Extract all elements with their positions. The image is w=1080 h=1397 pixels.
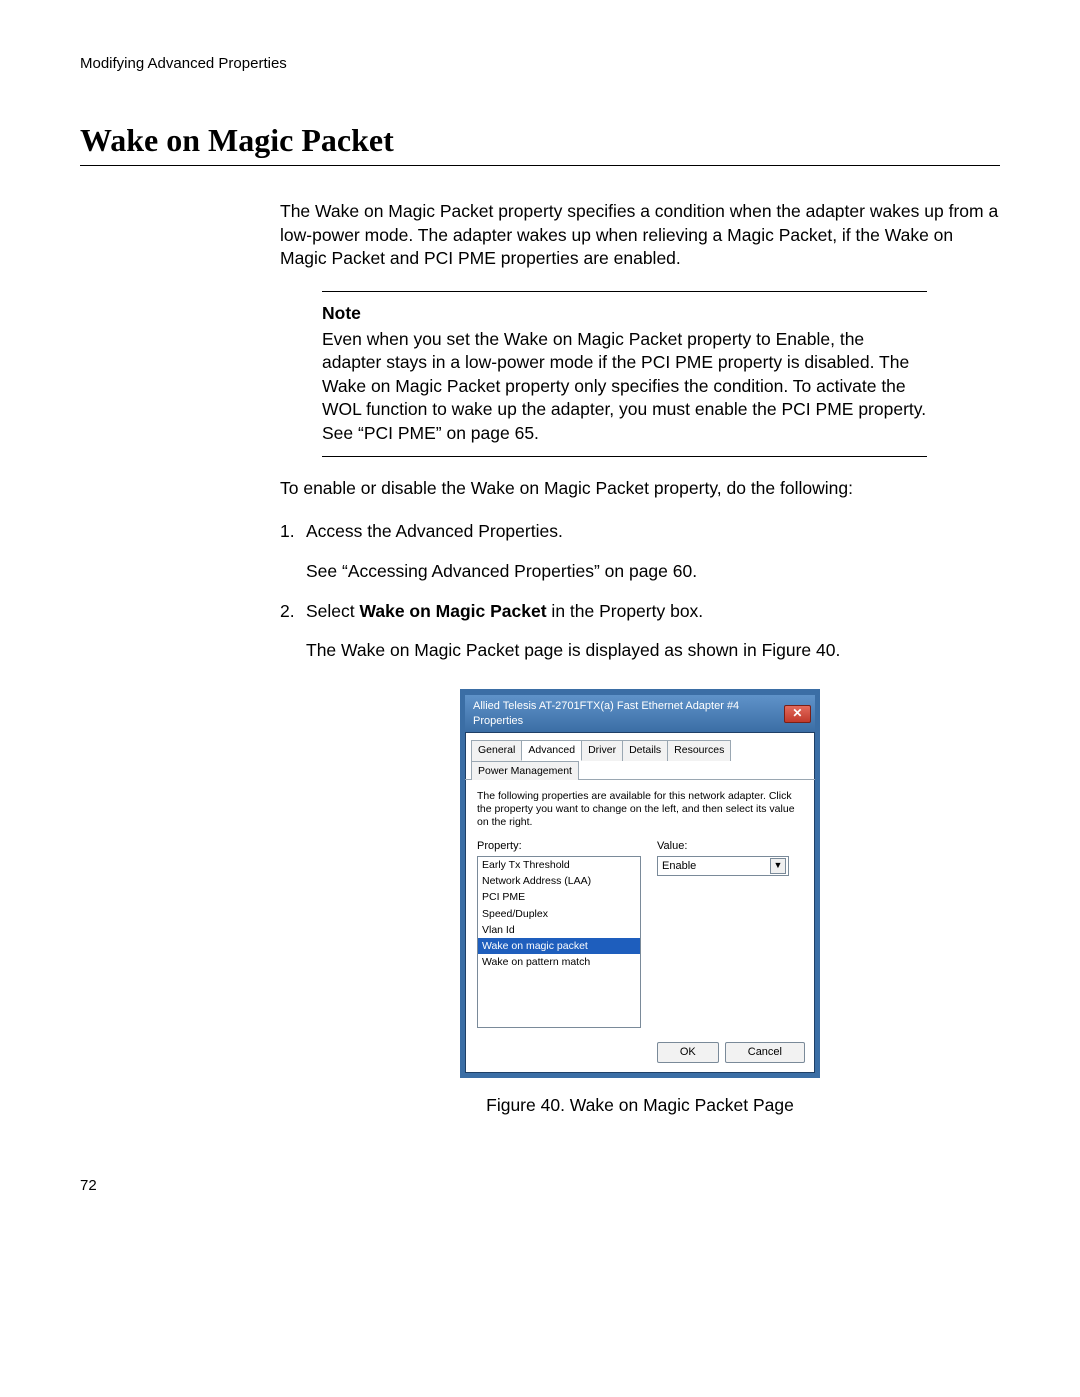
step-1-sub: See “Accessing Advanced Properties” on p…	[306, 560, 1000, 584]
step-2: 2. Select Wake on Magic Packet in the Pr…	[280, 600, 1000, 663]
section-heading: Wake on Magic Packet	[80, 122, 1000, 166]
dialog-description: The following properties are available f…	[477, 790, 803, 829]
list-item[interactable]: PCI PME	[478, 889, 640, 905]
running-head: Modifying Advanced Properties	[80, 55, 1000, 72]
lead-paragraph: To enable or disable the Wake on Magic P…	[280, 477, 1000, 501]
properties-dialog: Allied Telesis AT-2701FTX(a) Fast Ethern…	[460, 689, 820, 1078]
step-1-text: Access the Advanced Properties.	[306, 521, 563, 541]
dialog-titlebar: Allied Telesis AT-2701FTX(a) Fast Ethern…	[465, 695, 815, 734]
tab-power-management[interactable]: Power Management	[471, 761, 579, 780]
note-title: Note	[322, 302, 927, 326]
note-box: Note Even when you set the Wake on Magic…	[322, 291, 927, 457]
list-item[interactable]: Speed/Duplex	[478, 906, 640, 922]
dialog-tabs: General Advanced Driver Details Resource…	[465, 733, 815, 779]
step-1: 1. Access the Advanced Properties. See “…	[280, 520, 1000, 583]
step-1-number: 1.	[280, 520, 295, 544]
page-number: 72	[80, 1177, 1000, 1194]
value-label: Value:	[657, 839, 803, 854]
property-label: Property:	[477, 839, 657, 854]
step-2-suffix: in the Property box.	[547, 601, 704, 621]
value-select-text: Enable	[662, 859, 696, 874]
value-select[interactable]: Enable ▼	[657, 856, 789, 876]
cancel-button[interactable]: Cancel	[725, 1042, 805, 1063]
note-body: Even when you set the Wake on Magic Pack…	[322, 328, 927, 446]
list-item-selected[interactable]: Wake on magic packet	[478, 938, 640, 954]
ok-button[interactable]: OK	[657, 1042, 719, 1063]
tab-general[interactable]: General	[471, 740, 522, 760]
tab-resources[interactable]: Resources	[667, 740, 731, 760]
tab-details[interactable]: Details	[622, 740, 668, 760]
figure-caption: Figure 40. Wake on Magic Packet Page	[280, 1094, 1000, 1118]
step-2-number: 2.	[280, 600, 295, 624]
property-listbox[interactable]: Early Tx Threshold Network Address (LAA)…	[477, 856, 641, 1028]
chevron-down-icon[interactable]: ▼	[770, 858, 786, 874]
step-2-sub: The Wake on Magic Packet page is display…	[306, 639, 1000, 663]
tab-advanced[interactable]: Advanced	[521, 740, 582, 760]
step-2-bold: Wake on Magic Packet	[360, 601, 547, 621]
step-2-prefix: Select	[306, 601, 360, 621]
list-item[interactable]: Vlan Id	[478, 922, 640, 938]
list-item[interactable]: Early Tx Threshold	[478, 857, 640, 873]
dialog-title: Allied Telesis AT-2701FTX(a) Fast Ethern…	[473, 699, 784, 729]
tab-driver[interactable]: Driver	[581, 740, 623, 760]
list-item[interactable]: Network Address (LAA)	[478, 873, 640, 889]
close-button[interactable]: ✕	[784, 705, 811, 723]
list-item[interactable]: Wake on pattern match	[478, 954, 640, 970]
intro-paragraph: The Wake on Magic Packet property specif…	[280, 200, 1000, 271]
